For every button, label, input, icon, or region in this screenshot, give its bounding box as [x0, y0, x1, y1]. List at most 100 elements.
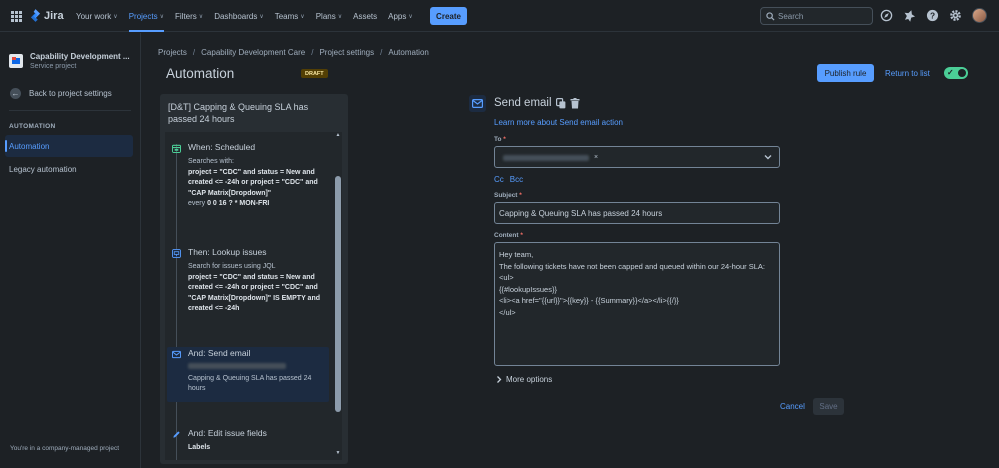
more-options-toggle[interactable]: More options [496, 375, 552, 384]
rule-step-trigger[interactable]: When: Scheduled Searches with: project =… [167, 141, 329, 226]
chevron-down-icon: ∨ [337, 13, 343, 20]
return-to-list-button[interactable]: Return to list [885, 69, 930, 78]
step-schedule: every 0 0 16 ? * MON-FRI [188, 199, 328, 210]
remove-recipient-icon[interactable]: × [594, 154, 598, 161]
rule-step-lookup[interactable]: Then: Lookup issues Search for issues us… [167, 246, 329, 326]
top-navigation: Jira Your work ∨ Projects ∨ Filters ∨ Dashboar… [0, 0, 999, 32]
settings-icon[interactable] [949, 9, 962, 22]
rule-scrollbar[interactable]: ▲ ▼ [334, 132, 342, 460]
toggle-knob [958, 69, 966, 77]
email-icon [469, 95, 486, 112]
breadcrumb-project-settings[interactable]: Project settings [319, 48, 374, 57]
sidebar-item-legacy-automation[interactable]: Legacy automation [5, 158, 133, 180]
sidebar-divider [9, 110, 131, 111]
lookup-icon [172, 249, 181, 258]
step-title: And: Edit issue fields [188, 428, 267, 438]
chevron-down-icon: ∨ [198, 13, 204, 20]
scroll-down-icon[interactable]: ▼ [334, 450, 342, 456]
rule-step-edit-fields[interactable]: And: Edit issue fields Labels [167, 427, 329, 460]
project-avatar-icon [9, 54, 23, 68]
publish-rule-button[interactable]: Publish rule [817, 64, 874, 82]
bcc-link[interactable]: Bcc [510, 175, 523, 184]
email-icon [172, 350, 181, 359]
app-switcher-icon[interactable] [11, 11, 22, 22]
copy-icon[interactable] [556, 98, 566, 109]
status-badge: DRAFT [301, 69, 328, 78]
cancel-button[interactable]: Cancel [780, 402, 805, 411]
step-description: Labels [188, 443, 328, 454]
arrow-left-icon: ← [10, 88, 21, 99]
nav-item-label: Projects [128, 11, 158, 21]
nav-item-label: Plans [315, 11, 336, 21]
recipient-redacted [503, 154, 589, 161]
nav-item-apps[interactable]: Apps ∨ [388, 0, 413, 32]
save-button[interactable]: Save [813, 398, 844, 415]
rule-step-send-email[interactable]: And: Send email Capping & Queuing SLA ha… [167, 347, 329, 402]
scroll-thumb[interactable] [335, 176, 341, 412]
rule-enabled-toggle[interactable]: ✓ [944, 67, 968, 79]
scroll-up-icon[interactable]: ▲ [334, 132, 342, 138]
chevron-down-icon: ∨ [300, 13, 305, 20]
compass-icon[interactable] [880, 9, 893, 22]
content-value: Hey team, The following tickets have not… [499, 250, 766, 317]
step-description: Searches with: project = "CDC" and statu… [188, 157, 328, 210]
breadcrumb-separator: / [192, 48, 196, 57]
nav-item-filters[interactable]: Filters ∨ [175, 0, 203, 32]
chevron-down-icon[interactable] [764, 153, 772, 161]
nav-item-teams[interactable]: Teams ∨ [275, 0, 305, 32]
delete-icon[interactable] [570, 98, 580, 109]
step-title: When: Scheduled [188, 142, 256, 152]
breadcrumb-project[interactable]: Capability Development Care [201, 48, 305, 57]
step-query: project = "CDC" and status = New and cre… [188, 273, 320, 313]
to-field[interactable]: × [494, 146, 780, 168]
content-field[interactable]: Hey team, The following tickets have not… [494, 242, 780, 366]
step-description: Capping & Queuing SLA has passed 24 hour… [188, 363, 328, 395]
rule-title[interactable]: [D&T] Capping & Queuing SLA has passed 2… [168, 101, 338, 125]
breadcrumb-separator: / [311, 48, 314, 57]
search-placeholder: Search [778, 11, 804, 21]
back-label: Back to project settings [29, 89, 112, 98]
chevron-down-icon: ∨ [259, 13, 264, 20]
nav-item-plans[interactable]: Plans ∨ [316, 0, 342, 32]
subject-field[interactable]: Capping & Queuing SLA has passed 24 hour… [494, 202, 780, 224]
to-label: To * [494, 136, 506, 143]
breadcrumb-projects[interactable]: Projects [158, 48, 187, 57]
nav-item-projects[interactable]: Projects ∨ [128, 0, 165, 32]
edit-icon [173, 431, 180, 438]
avatar[interactable] [972, 8, 987, 23]
back-to-project-settings[interactable]: ← Back to project settings [10, 88, 112, 99]
nav-item-your-work[interactable]: Your work ∨ [76, 0, 118, 32]
learn-more-link[interactable]: Learn more about Send email action [494, 118, 623, 127]
nav-item-label: Assets [353, 11, 378, 21]
project-name[interactable]: Capability Development ... [30, 52, 130, 61]
nav-item-assets[interactable]: Assets [353, 0, 377, 32]
recipient-chip[interactable]: × [503, 152, 598, 163]
create-button[interactable]: Create [430, 7, 467, 25]
nav-item-label: Your work [76, 11, 112, 21]
help-icon[interactable]: ? [926, 9, 939, 22]
page-title: Automation [166, 66, 235, 81]
svg-text:?: ? [930, 10, 935, 20]
step-description: Search for issues using JQL project = "C… [188, 262, 328, 315]
rule-panel: [D&T] Capping & Queuing SLA has passed 2… [160, 94, 348, 464]
chevron-right-icon [497, 376, 502, 383]
chevron-down-icon: ∨ [159, 13, 164, 20]
calendar-icon [172, 144, 181, 153]
notification-icon[interactable] [903, 9, 916, 22]
breadcrumb-automation[interactable]: Automation [388, 48, 428, 57]
step-field: Labels [188, 444, 211, 451]
sidebar-item-label: Legacy automation [9, 164, 77, 174]
form-title: Send email [494, 97, 552, 109]
check-icon: ✓ [947, 68, 954, 77]
project-type: Service project [30, 63, 77, 70]
cc-link[interactable]: Cc [494, 175, 504, 184]
nav-item-label: Dashboards [214, 11, 258, 21]
step-intro: Search for issues using JQL [188, 263, 276, 270]
nav-item-dashboards[interactable]: Dashboards ∨ [214, 0, 264, 32]
search-input[interactable]: Search [760, 7, 873, 25]
jira-logo[interactable]: Jira [30, 9, 64, 22]
nav-menu: Your work ∨ Projects ∨ Filters ∨ Dashboards ∨ Te… [76, 0, 424, 32]
sidebar-item-automation[interactable]: Automation [5, 135, 133, 157]
sidebar: Capability Development ... Service proje… [0, 33, 141, 468]
jira-logo-icon [30, 9, 41, 22]
